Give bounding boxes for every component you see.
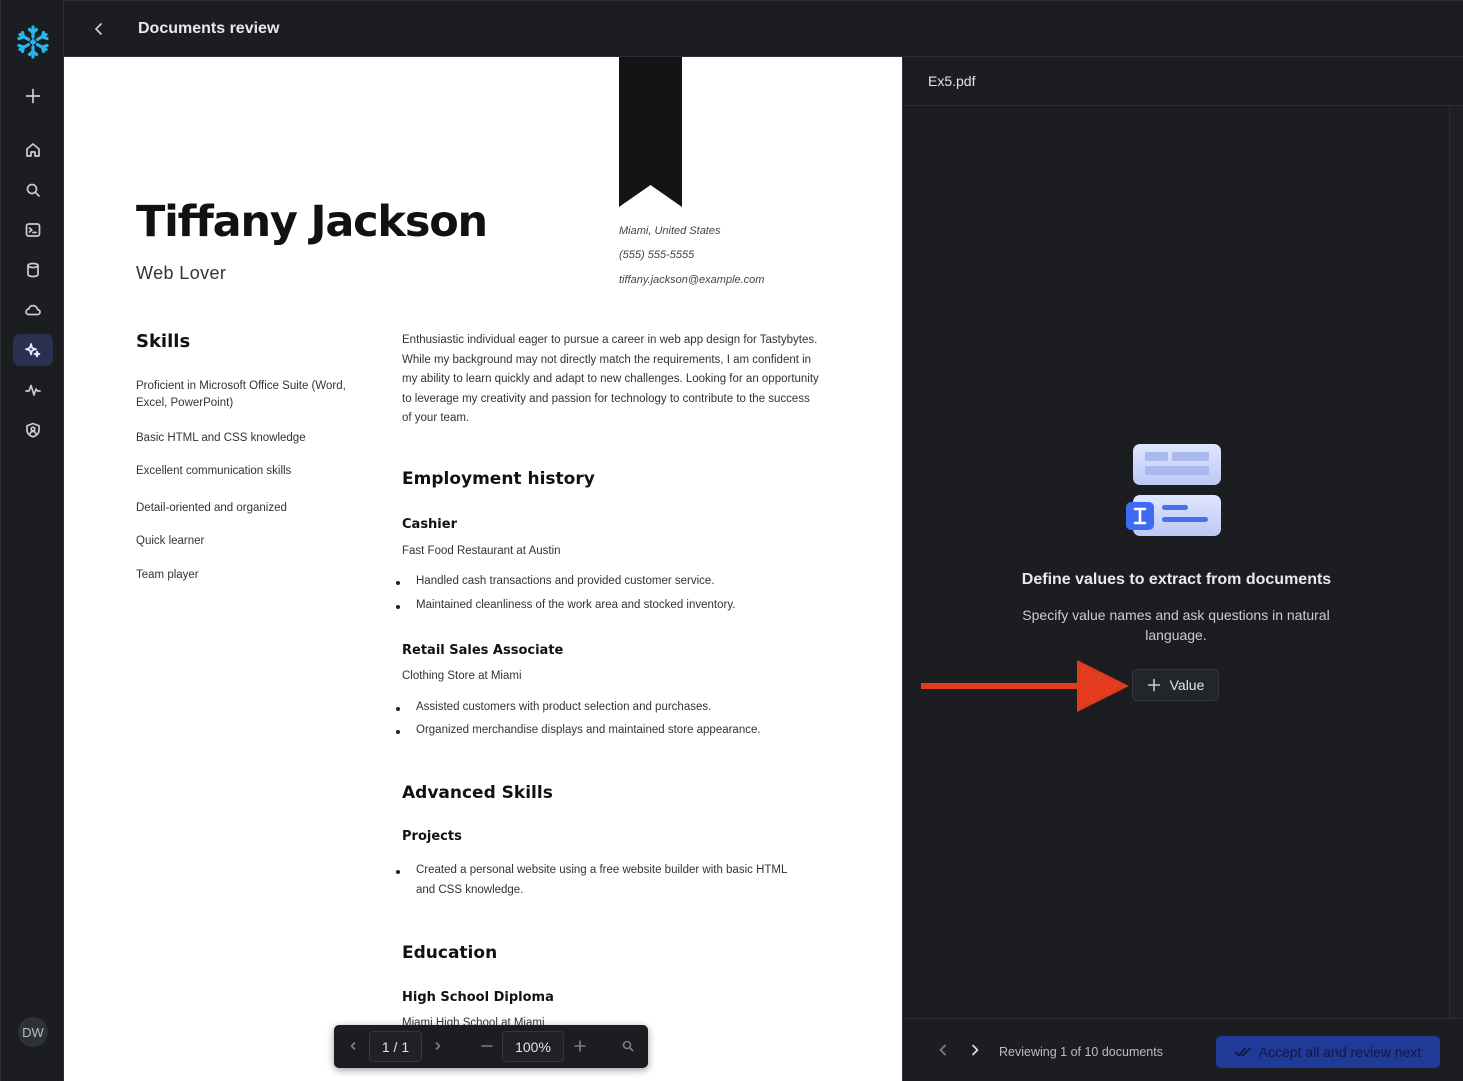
skill-item: Basic HTML and CSS knowledge bbox=[136, 432, 306, 444]
chevron-right-icon bbox=[435, 1042, 441, 1050]
add-value-button[interactable]: Value bbox=[1132, 669, 1219, 701]
chevron-left-icon bbox=[350, 1042, 356, 1050]
sparkle-icon bbox=[25, 343, 41, 358]
bullet-dot bbox=[396, 605, 400, 609]
bullet-dot bbox=[396, 870, 400, 874]
chevron-left-icon bbox=[939, 1044, 946, 1056]
job-place: Fast Food Restaurant at Austin bbox=[402, 545, 561, 557]
resume-name: Tiffany Jackson bbox=[136, 197, 488, 247]
job-place: Clothing Store at Miami bbox=[402, 670, 522, 682]
empty-state-title: Define values to extract from documents bbox=[1021, 571, 1332, 588]
shield-icon bbox=[26, 422, 40, 438]
snowflake-logo-icon[interactable] bbox=[15, 24, 51, 60]
chevron-right-icon bbox=[972, 1044, 979, 1056]
file-header: Ex5.pdf bbox=[903, 57, 1463, 106]
search-icon bbox=[26, 183, 40, 197]
bullet-dot bbox=[396, 707, 400, 711]
cloud-icon bbox=[25, 304, 41, 316]
page-indicator[interactable]: 1 / 1 bbox=[369, 1031, 422, 1062]
resume-location: Miami, United States bbox=[619, 225, 721, 237]
job-bullet: Organized merchandise displays and maint… bbox=[416, 724, 761, 736]
nav-worksheets[interactable] bbox=[13, 214, 53, 246]
database-icon bbox=[27, 262, 39, 278]
left-navigation-rail: DW bbox=[0, 0, 64, 1081]
job-title: Cashier bbox=[402, 517, 457, 532]
education-title: High School Diploma bbox=[402, 990, 554, 1005]
next-page-button[interactable] bbox=[427, 1035, 449, 1057]
zoom-in-button[interactable] bbox=[569, 1035, 591, 1057]
resume-document: Tiffany Jackson Web Lover Miami, United … bbox=[64, 57, 902, 1081]
next-document-button[interactable] bbox=[967, 1042, 985, 1060]
resume-email: tiffany.jackson@example.com bbox=[619, 274, 765, 286]
resume-phone: (555) 555-5555 bbox=[619, 249, 695, 261]
resume-summary: Enthusiastic individual eager to pursue … bbox=[402, 334, 819, 424]
terminal-icon bbox=[25, 223, 41, 237]
nav-admin[interactable] bbox=[13, 414, 53, 446]
review-status: Reviewing 1 of 10 documents bbox=[999, 1045, 1163, 1059]
skill-item: Team player bbox=[136, 569, 199, 581]
resume-role: Web Lover bbox=[136, 263, 227, 283]
zoom-out-button[interactable] bbox=[476, 1035, 498, 1057]
minus-icon bbox=[481, 1045, 493, 1047]
skill-item: Excellent communication skills bbox=[136, 465, 292, 477]
accept-all-label: Accept all and review next bbox=[1258, 1044, 1422, 1060]
nav-monitoring[interactable] bbox=[13, 374, 53, 406]
pointer-arrow-annotation bbox=[921, 660, 1129, 712]
accept-all-button[interactable]: Accept all and review next bbox=[1216, 1036, 1440, 1068]
search-icon bbox=[622, 1040, 634, 1052]
plus-icon bbox=[25, 88, 41, 104]
plus-icon bbox=[1147, 678, 1160, 692]
empty-state-description: Specify value names and ask questions in… bbox=[1022, 607, 1330, 643]
chevron-left-icon bbox=[95, 23, 102, 35]
projects-heading: Projects bbox=[402, 829, 462, 844]
job-bullet: Handled cash transactions and provided c… bbox=[416, 575, 715, 587]
bookmark-ribbon-graphic bbox=[619, 57, 682, 207]
page-title: Documents review bbox=[138, 20, 280, 37]
education-heading: Education bbox=[402, 943, 498, 963]
project-bullet: Created a personal website using a free … bbox=[416, 864, 787, 896]
extract-values-illustration-icon bbox=[1126, 444, 1221, 536]
advanced-skills-heading: Advanced Skills bbox=[402, 783, 553, 803]
nav-cloud[interactable] bbox=[13, 294, 53, 326]
nav-search[interactable] bbox=[13, 174, 53, 206]
skill-item: Proficient in Microsoft Office Suite (Wo… bbox=[136, 380, 346, 409]
zoom-level[interactable]: 100% bbox=[502, 1031, 564, 1062]
top-bar: Documents review bbox=[64, 0, 1463, 57]
panel-scrollbar[interactable] bbox=[1449, 106, 1463, 1018]
bullet-dot bbox=[396, 581, 400, 585]
viewer-toolbar: 1 / 1 100% bbox=[334, 1025, 648, 1068]
back-button[interactable] bbox=[90, 20, 108, 38]
document-viewer[interactable]: Tiffany Jackson Web Lover Miami, United … bbox=[64, 57, 902, 1081]
bullet-dot bbox=[396, 730, 400, 734]
job-bullet: Maintained cleanliness of the work area … bbox=[416, 599, 736, 611]
skills-heading: Skills bbox=[136, 331, 191, 352]
user-avatar[interactable]: DW bbox=[18, 1017, 48, 1047]
nav-ai-ml[interactable] bbox=[13, 334, 53, 366]
extraction-panel: Ex5.pdf Define values to extract from do… bbox=[902, 57, 1463, 1081]
home-icon bbox=[26, 143, 40, 157]
plus-icon bbox=[574, 1040, 586, 1052]
add-value-label: Value bbox=[1169, 677, 1205, 693]
previous-document-button[interactable] bbox=[935, 1042, 953, 1060]
job-title: Retail Sales Associate bbox=[402, 643, 564, 658]
employment-heading: Employment history bbox=[402, 469, 595, 489]
nav-data[interactable] bbox=[13, 254, 53, 286]
skill-item: Quick learner bbox=[136, 535, 205, 547]
nav-home[interactable] bbox=[13, 134, 53, 166]
job-bullet: Assisted customers with product selectio… bbox=[416, 701, 712, 713]
viewer-search-button[interactable] bbox=[617, 1035, 639, 1057]
previous-page-button[interactable] bbox=[342, 1035, 364, 1057]
create-button[interactable] bbox=[13, 80, 53, 112]
double-check-icon bbox=[1234, 1047, 1251, 1057]
review-footer: Reviewing 1 of 10 documents Accept all a… bbox=[903, 1018, 1463, 1081]
file-name: Ex5.pdf bbox=[928, 73, 976, 89]
skill-item: Detail-oriented and organized bbox=[136, 502, 287, 514]
activity-icon bbox=[25, 384, 41, 396]
